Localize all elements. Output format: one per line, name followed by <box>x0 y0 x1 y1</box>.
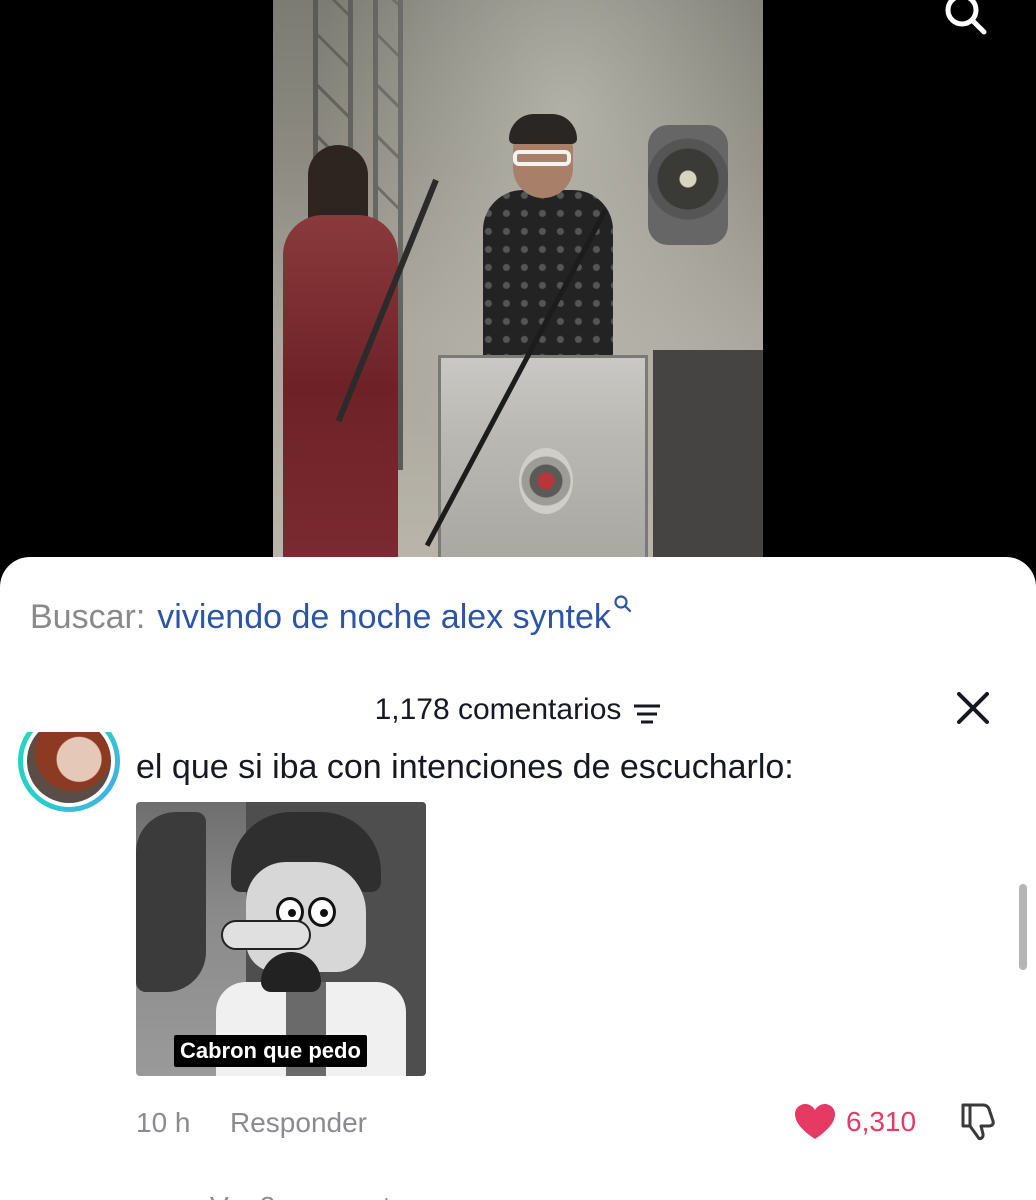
search-suggestion[interactable]: Buscar: viviendo de noche alex syntek <box>30 595 633 637</box>
comment-text: el que si iba con intenciones de escucha… <box>136 748 794 786</box>
comments-sheet: Buscar: viviendo de noche alex syntek 1,… <box>0 557 1036 1200</box>
stage-console-side <box>653 350 763 560</box>
view-replies-link[interactable]: Ver 8 respuestas ⌄ <box>210 1190 451 1200</box>
like-count: 6,310 <box>846 1106 917 1137</box>
avatar[interactable] <box>18 732 120 812</box>
video-player[interactable] <box>0 0 1036 600</box>
search-suggestion-label: Buscar: <box>30 598 146 636</box>
avatar-photo <box>27 732 111 803</box>
sort-icon[interactable] <box>633 699 661 724</box>
search-icon[interactable] <box>942 0 990 40</box>
reply-button[interactable]: Responder <box>230 1107 367 1139</box>
stage-console <box>438 355 648 560</box>
comment-time: 10 h <box>136 1107 191 1138</box>
performer-man <box>483 114 613 370</box>
comments-header: 1,178 comentarios <box>0 690 1036 730</box>
dislike-icon[interactable] <box>956 1099 1000 1143</box>
search-icon <box>613 583 633 623</box>
stage-light <box>648 125 728 245</box>
meme-caption: Cabron que pedo <box>174 1035 367 1067</box>
comment-meta: 10 h Responder 6,310 <box>136 1103 1006 1143</box>
comments-count: 1,178 comentarios <box>374 693 622 726</box>
like-button[interactable]: 6,310 <box>794 1103 916 1141</box>
close-icon[interactable] <box>955 690 991 726</box>
heart-icon <box>794 1103 836 1141</box>
comment-image[interactable]: Cabron que pedo <box>136 802 426 1076</box>
search-suggestion-query[interactable]: viviendo de noche alex syntek <box>157 597 611 637</box>
video-frame[interactable] <box>273 0 763 560</box>
scrollbar[interactable] <box>1019 884 1027 970</box>
performer-woman <box>283 145 398 560</box>
comment-item: el que si iba con intenciones de escucha… <box>0 732 1036 1200</box>
